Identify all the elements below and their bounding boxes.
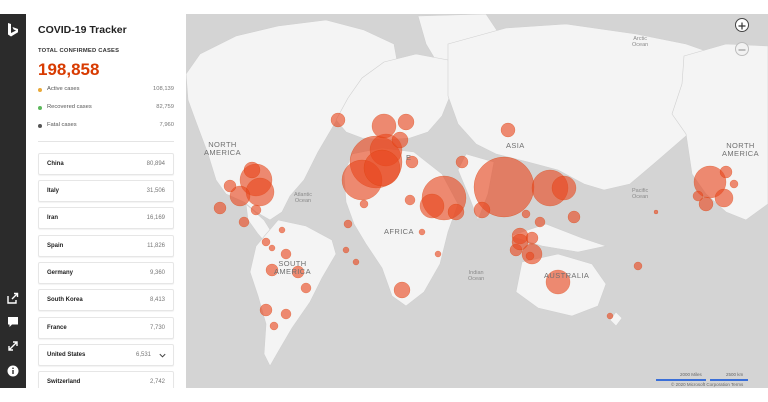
stats-panel: COVID-19 Tracker TOTAL CONFIRMED CASES 1… [26,14,186,388]
bubble-middle-east-3 [447,203,465,221]
bubble-russia [500,122,516,138]
zoom-out-button[interactable] [735,42,749,56]
bubble-us-west [223,179,237,193]
label-europe-partial: E [406,153,412,162]
label-indian-ocean: Indian Ocean [468,270,485,282]
bubble-japan [567,210,581,224]
bubble-atlantic-1 [342,246,350,254]
bubble-france [363,149,401,187]
country-item-iran[interactable]: Iran 16,169 [38,207,174,229]
country-item-germany[interactable]: Germany 9,360 [38,262,174,284]
stat-active: Active cases 108,139 [38,86,174,96]
zoom-in-button[interactable] [735,18,749,32]
recovered-dot-icon [38,106,42,110]
bubble-us-east [245,177,275,207]
label-south-america: SOUTH AMERICA [274,259,311,276]
bubble-philippines [525,251,535,261]
bubble-canada-right [719,165,733,179]
bubble-argentina-2 [269,321,279,331]
share-icon[interactable] [6,291,20,305]
expand-icon[interactable] [6,339,20,353]
scale-miles: 2000 Miles [656,372,708,382]
country-item-spain[interactable]: Spain 11,826 [38,235,174,257]
chat-icon[interactable] [6,315,20,329]
country-item-south-korea[interactable]: South Korea 8,413 [38,289,174,311]
bubble-uk [371,113,397,139]
bubble-south-africa [393,281,411,299]
country-item-china[interactable]: China 80,894 [38,153,174,175]
plus-icon [738,22,746,30]
label-north-america-right: NORTH AMERICA [722,141,759,158]
bubble-pacific [633,261,643,271]
bubble-central-america [261,237,271,247]
bubble-new-zealand [606,312,614,320]
bubble-iceland [330,112,346,128]
chevron-down-icon[interactable] [158,351,167,360]
info-icon[interactable] [6,364,20,378]
total-confirmed-label: TOTAL CONFIRMED CASES [38,48,120,54]
divider [38,141,174,142]
bubble-pacific-2 [653,209,659,215]
label-australia: AUSTRALIA [544,271,590,280]
country-item-france[interactable]: France 7,730 [38,317,174,339]
bubble-canada [243,161,261,179]
stat-recovered: Recovered cases 82,759 [38,104,174,114]
bubble-eu-1 [391,131,409,149]
bubble-sea-4 [534,216,546,228]
country-item-switzerland[interactable]: Switzerland 2,742 [38,371,174,388]
bubble-scandinavia [397,113,415,131]
bubble-us-west-2 [213,201,227,215]
bubble-atlantic-2 [352,258,360,266]
bubble-us-right-4 [692,190,704,202]
bubble-sea-5 [521,209,531,219]
bubble-africa-2 [418,228,426,236]
label-north-america: NORTH AMERICA [204,140,241,157]
app-title: COVID-19 Tracker [38,24,127,36]
total-confirmed-value: 198,858 [38,60,100,79]
bubble-caribbean [278,226,286,234]
bubble-africa-3 [434,250,442,258]
stat-fatal: Fatal cases 7,960 [38,122,174,132]
bubble-middle-east-2 [419,193,445,219]
fatal-dot-icon [38,124,42,128]
bubble-us-right-5 [729,179,739,189]
label-arctic-ocean: Arctic Ocean [632,36,649,48]
country-item-italy[interactable]: Italy 31,506 [38,180,174,202]
country-item-united-states[interactable]: United States 6,531 [38,344,174,366]
bubble-central-america-2 [268,244,276,252]
bing-logo-icon[interactable] [6,22,20,38]
bubble-us-south [250,204,262,216]
bubble-egypt [404,194,416,206]
map-copyright: © 2020 Microsoft Corporation Terms [671,382,744,387]
active-dot-icon [38,88,42,92]
left-rail [0,14,26,388]
label-africa: AFRICA [384,227,414,236]
scale-km: 2500 km [710,372,750,382]
label-pacific-ocean: Pacific Ocean [632,188,649,200]
bubble-us-right-2 [714,188,734,208]
world-map[interactable]: NORTH AMERICA SOUTH AMERICA AFRICA ASIA AU… [186,14,768,388]
bubble-colombia [280,248,292,260]
label-asia: ASIA [506,141,525,150]
label-atlantic-ocean: Atlantic Ocean [294,192,313,204]
bubble-korea [551,175,577,201]
app-root: COVID-19 Tracker TOTAL CONFIRMED CASES 1… [0,0,768,402]
bubble-kazakhstan [455,155,469,169]
minus-icon [738,49,746,51]
bubble-algeria [359,199,369,209]
bubble-argentina [280,308,292,320]
bubble-singapore [511,233,529,251]
bubble-brazil-2 [300,282,312,294]
bubble-chile [259,303,273,317]
map-canvas [186,14,768,367]
bubble-mexico [238,216,250,228]
bubble-west-africa [343,219,353,229]
bubble-india [473,201,491,219]
